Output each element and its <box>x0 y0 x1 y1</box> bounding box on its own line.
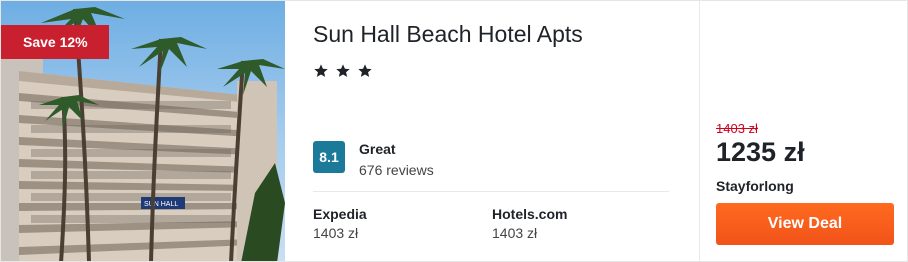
review-count: 676 reviews <box>359 162 434 178</box>
deal-price: 1235 zł <box>716 137 805 167</box>
hotel-sign-text: SUN HALL <box>144 201 178 208</box>
deal-source: Stayforlong <box>716 178 794 194</box>
rating-score-badge: 8.1 <box>313 141 345 173</box>
save-badge: Save 12% <box>1 25 109 59</box>
star-rating <box>313 63 671 79</box>
provider-price: 1403 zł <box>313 225 359 241</box>
provider-item[interactable]: Hotels.com 1403 zł <box>492 205 671 242</box>
hotel-photo[interactable]: SUN HALL Save 12% <box>1 1 285 261</box>
provider-name: Hotels.com <box>492 206 568 222</box>
hotel-info: Sun Hall Beach Hotel Apts 8.1 Great 676 … <box>285 1 699 261</box>
star-icon <box>336 64 350 77</box>
hotel-name[interactable]: Sun Hall Beach Hotel Apts <box>313 19 671 49</box>
rating-text: Great 676 reviews <box>359 141 434 179</box>
view-deal-button[interactable]: View Deal <box>716 203 894 245</box>
divider <box>313 191 669 192</box>
provider-item[interactable]: Expedia 1403 zł <box>313 205 492 242</box>
deal-panel: 1403 zł 1235 zł Stayforlong View Deal <box>699 1 907 261</box>
old-price: 1403 zł <box>716 121 758 136</box>
hotel-card: SUN HALL Save 12% Sun Hall Beach Hotel A… <box>0 0 908 262</box>
provider-price: 1403 zł <box>492 225 538 241</box>
guest-rating[interactable]: 8.1 Great 676 reviews <box>313 141 434 179</box>
provider-list: Expedia 1403 zł Hotels.com 1403 zł <box>313 205 671 242</box>
star-icon <box>358 64 372 77</box>
star-icon <box>314 64 328 77</box>
rating-word: Great <box>359 141 396 157</box>
save-badge-label: Save 12% <box>23 34 88 50</box>
provider-name: Expedia <box>313 206 367 222</box>
